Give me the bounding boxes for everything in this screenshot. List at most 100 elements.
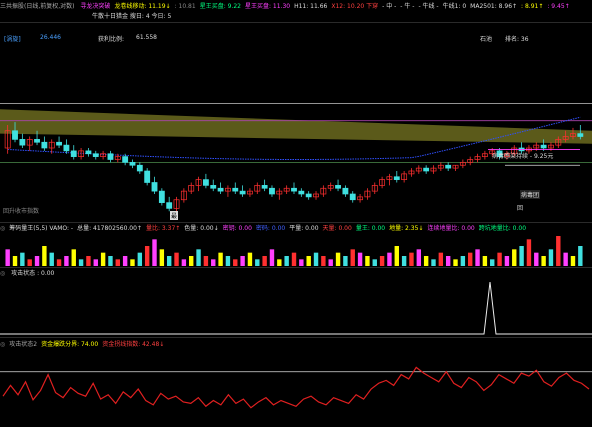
volume-bar (20, 252, 25, 266)
volume-bar (490, 259, 495, 266)
volume-bar (365, 256, 370, 266)
attack2-header-item: 资金爆跌分界: 74.00 (41, 341, 99, 348)
volume-panel[interactable] (0, 232, 592, 266)
volume-header-item: 量比: 3.37↑ (145, 225, 181, 232)
volume-bar (240, 256, 245, 266)
volume-bar (255, 259, 260, 266)
volume-bar (100, 252, 106, 266)
chart-label-bottom-marker: 最 (170, 211, 179, 220)
attack-status-chart[interactable] (0, 278, 592, 336)
volume-bar (86, 256, 91, 266)
attack2-divider (0, 337, 592, 338)
volume-header-item: 地量: 2.35↓ (389, 225, 424, 232)
volume-bar (343, 256, 348, 266)
header-item: 星王买盘: 11.30 (244, 3, 291, 10)
main-chart-title: 三共振股(日线,前复权,对数) (0, 3, 75, 10)
main-price-panel[interactable]: 回升收市指数 病毒感染持续 - 9.25元 病毒团 回 最 (0, 90, 592, 225)
volume-bar (166, 256, 172, 266)
volume-bar (306, 256, 311, 266)
candle-body (19, 139, 26, 146)
volume-header-dot: ◎ (0, 225, 6, 232)
volume-bar (49, 252, 54, 266)
header-item: 牛线1: 0 (442, 3, 467, 10)
candle-body (136, 164, 143, 172)
volume-bar (174, 252, 179, 266)
volume-bar (541, 256, 546, 266)
volume-bar (211, 259, 216, 266)
attack-header: ◎ 攻击状态 : 0.00 (0, 268, 592, 277)
volume-bar (78, 259, 84, 266)
candle-body (166, 202, 173, 209)
header-item: - 中 - (382, 3, 397, 10)
volume-header-item: 密钥: 0.00 (222, 225, 252, 232)
volume-bar (5, 249, 10, 266)
volume-bar (357, 252, 363, 266)
candle-body (349, 193, 356, 201)
volume-bar (56, 259, 62, 266)
info-label-3: 石池 (480, 36, 493, 43)
volume-bar (71, 249, 76, 266)
volume-bar (299, 259, 304, 266)
chart-label-right-mid: 病毒团 (520, 190, 541, 199)
candle-body (393, 176, 400, 180)
volume-bar (64, 256, 69, 266)
volume-bar (284, 256, 289, 266)
header-item: MA2501: 8.96↑ (470, 3, 518, 10)
volume-bar (203, 256, 209, 266)
volume-bar (350, 249, 355, 266)
volume-header-item: 天量: 0.00 (322, 225, 352, 232)
candle-body (232, 187, 239, 192)
volume-header-item: 量王: 0.00 (355, 225, 386, 232)
volume-bar (453, 259, 458, 266)
candle-body (129, 162, 136, 166)
header-item: 龙卷线移动: 11.19↓ (114, 3, 171, 10)
volume-bar (122, 256, 128, 266)
volume-bar (416, 249, 422, 266)
candle-body (34, 139, 40, 143)
attack-header-dot: ◎ (0, 270, 6, 277)
volume-bar (445, 256, 451, 266)
volume-bar (548, 249, 554, 266)
volume-bar (497, 252, 502, 266)
candle-body (239, 190, 246, 195)
volume-bar (27, 259, 32, 266)
volume-bar (423, 256, 429, 266)
volume-bar (372, 259, 377, 266)
volume-bar (225, 256, 231, 266)
header-item: 星王买盘: 9.22 (199, 3, 241, 10)
attack2-panel[interactable] (0, 349, 592, 427)
volume-bar (438, 252, 444, 266)
chart-label-left-bottom: 回升收市指数 (3, 208, 40, 215)
candle-body (335, 185, 341, 189)
volume-header-item: 色量: 0.00↓ (184, 225, 219, 232)
main-chart-subheader: 牛散十日猎金 搜日: 4 今日: 5 (92, 11, 592, 20)
attack-status-2-chart[interactable] (0, 349, 592, 427)
info-tag[interactable]: [涡旋] (4, 34, 21, 43)
volume-header-item: 连续地量比: 0.00 (427, 225, 475, 232)
volume-bar (42, 246, 47, 266)
candle-body (151, 182, 158, 192)
volume-bar (335, 252, 341, 266)
candle-body (158, 190, 165, 203)
info-label-4: 排名: 36 (505, 36, 529, 43)
volume-bar (387, 252, 392, 266)
info-value-2: 61.558 (136, 34, 157, 41)
candle-body (202, 179, 209, 186)
volume-bar (313, 252, 319, 266)
candle-body (298, 190, 305, 195)
volume-bar (152, 239, 157, 266)
candle-body (85, 150, 92, 155)
volume-bar (556, 236, 561, 266)
chart-label-right-top: 病毒感染持续 - 9.25元 (492, 153, 554, 160)
candle-body (423, 167, 430, 172)
attack-panel[interactable] (0, 278, 592, 336)
candle-body (261, 185, 268, 189)
attack-status-line (0, 281, 592, 335)
candle-body (12, 130, 18, 140)
header-item: : 10.81 (174, 3, 196, 10)
volume-bar (504, 256, 510, 266)
volume-chart[interactable] (0, 232, 592, 266)
volume-bar (578, 246, 583, 266)
volume-bar (401, 256, 407, 266)
volume-bar (394, 246, 399, 266)
